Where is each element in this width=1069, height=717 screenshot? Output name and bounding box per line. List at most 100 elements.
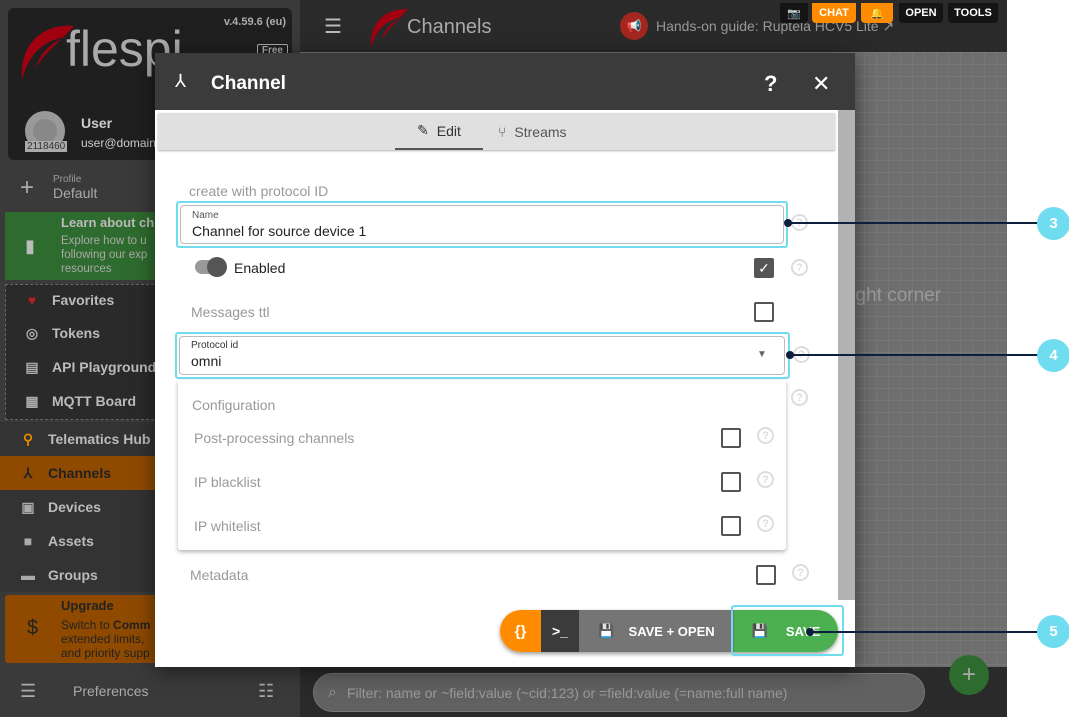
metadata-label: Metadata (190, 567, 249, 583)
user-email: user@domain (81, 136, 156, 150)
folder-icon: ▬ (21, 567, 35, 583)
sliders-icon: ☰ (20, 681, 37, 701)
enabled-label: Enabled (234, 260, 286, 276)
save-open-button[interactable]: 💾 SAVE + OPEN (579, 610, 734, 652)
ip-whitelist-checkbox[interactable] (721, 516, 741, 536)
protocol-value: omni (191, 353, 222, 369)
upgrade-line3: and priority supp (61, 646, 150, 660)
version: v.4.59.6 (eu) (223, 16, 286, 28)
post-processing-checkbox[interactable] (721, 428, 741, 448)
camera-button[interactable]: 📷 (780, 3, 808, 23)
callout-line (810, 631, 1038, 633)
dialog-title: Channel (211, 73, 286, 94)
json-button[interactable]: {} (500, 610, 541, 652)
help-icon[interactable]: ? (792, 564, 809, 581)
messages-ttl-checkbox[interactable] (754, 302, 774, 322)
configuration-panel: Configuration Post-processing channels ?… (178, 380, 786, 550)
callout-line (790, 354, 1038, 356)
tools-button[interactable]: TOOLS (948, 3, 998, 23)
messages-ttl-label: Messages ttl (191, 304, 270, 320)
protocol-label: Protocol id (191, 340, 239, 351)
channel-dialog: ⅄ Channel ? ✕ ✎ Edit ⑂ Streams create with… (155, 53, 855, 667)
protocol-highlight: Protocol id omni ▼ (175, 332, 790, 379)
chat-button[interactable]: CHAT (812, 3, 856, 23)
create-with-label: create with protocol ID (189, 183, 329, 199)
help-icon[interactable]: ? (757, 427, 774, 444)
flespi-logo-icon (21, 25, 74, 80)
hub-icon: ⚲ (22, 430, 34, 447)
asset-icon: ■ (23, 533, 33, 549)
ip-blacklist-label: IP blacklist (194, 474, 261, 490)
book-icon: ▤ (25, 358, 39, 375)
open-button[interactable]: OPEN (899, 3, 943, 23)
close-button[interactable]: ✕ (812, 71, 830, 97)
bottom-bar: ⌕ Filter: name or ~field:value (~cid:123… (300, 655, 1007, 717)
guide-link[interactable]: Hands-on guide: Ruptela HCV5 Lite ↗ (656, 18, 894, 35)
upgrade-bold: Comm (113, 618, 151, 632)
search-icon: ⌕ (328, 683, 337, 701)
preferences-label: Preferences (73, 683, 149, 699)
help-icon[interactable]: ? (791, 259, 808, 276)
profile-value: Default (53, 185, 98, 201)
help-button[interactable]: ? (764, 71, 777, 97)
save-icon: 💾 (598, 623, 615, 638)
list-icon[interactable]: ☷ (258, 681, 274, 702)
filter-input[interactable]: ⌕ Filter: name or ~field:value (~cid:123… (313, 673, 925, 712)
device-icon: ▣ (21, 498, 35, 515)
ip-whitelist-label: IP whitelist (194, 518, 261, 534)
preferences-bar[interactable]: ☰ Preferences ☷ (0, 667, 300, 717)
metadata-checkbox[interactable] (756, 565, 776, 585)
callout-5: 5 (1037, 615, 1069, 648)
canvas-hint: right corner (845, 285, 942, 306)
save-open-label: SAVE + OPEN (628, 623, 715, 639)
learn-text: Explore how to u following our exp resou… (61, 235, 148, 275)
bell-icon: 🔔 (870, 7, 884, 20)
enabled-toggle[interactable] (195, 257, 227, 277)
channel-icon: ⅄ (175, 71, 186, 91)
dashboard-icon: ▦ (25, 392, 39, 409)
name-input[interactable]: Name Channel for source device 1 (180, 205, 784, 244)
nav-label: Groups (48, 567, 98, 583)
tab-edit[interactable]: ✎ Edit (395, 113, 483, 150)
ip-blacklist-checkbox[interactable] (721, 472, 741, 492)
add-channel-button[interactable]: + (949, 655, 989, 695)
upgrade-title: Upgrade (61, 598, 114, 613)
nav-label: API Playground (52, 359, 157, 375)
tab-label: Edit (436, 122, 461, 139)
configuration-title: Configuration (192, 397, 276, 413)
user-id: 2118460 (25, 141, 68, 152)
flespi-logo-icon (370, 8, 408, 48)
user-name: User (81, 115, 113, 131)
heart-icon: ♥ (27, 292, 37, 308)
help-icon[interactable]: ? (791, 389, 808, 406)
upgrade-text: Switch to Comm extended limits, and priori… (61, 618, 150, 660)
enabled-checkbox[interactable]: ✓ (754, 258, 774, 278)
pencil-icon: ✎ (417, 122, 429, 138)
menu-icon[interactable]: ☰ (324, 14, 342, 39)
tab-label: Streams (514, 123, 567, 140)
fingerprint-icon: ◎ (25, 324, 39, 341)
callout-line (788, 222, 1038, 224)
chevron-down-icon: ▼ (757, 349, 767, 360)
terminal-button[interactable]: >_ (541, 610, 579, 652)
callout-3: 3 (1037, 207, 1069, 240)
learn-title: Learn about ch (61, 215, 155, 230)
plus-icon: + (961, 661, 976, 688)
nav-label: Devices (48, 499, 101, 515)
nav-label: Tokens (52, 325, 100, 341)
help-icon[interactable]: ? (757, 515, 774, 532)
nav-label: Telematics Hub (48, 431, 151, 447)
profile-label: Profile (53, 174, 82, 185)
post-processing-label: Post-processing channels (194, 430, 355, 446)
filter-placeholder: Filter: name or ~field:value (~cid:123) … (346, 684, 788, 701)
dollar-icon: $ (27, 617, 39, 639)
name-highlight: Name Channel for source device 1 (176, 201, 788, 248)
protocol-select[interactable]: Protocol id omni ▼ (179, 336, 785, 375)
tab-streams[interactable]: ⑂ Streams (498, 113, 588, 150)
page-title: Channels (407, 16, 492, 38)
upgrade-line1: Switch to (61, 618, 114, 632)
help-icon[interactable]: ? (757, 471, 774, 488)
plus-icon: + (20, 174, 35, 201)
notifications-button[interactable]: 🔔 (861, 3, 893, 23)
nav-label: Channels (48, 465, 112, 481)
